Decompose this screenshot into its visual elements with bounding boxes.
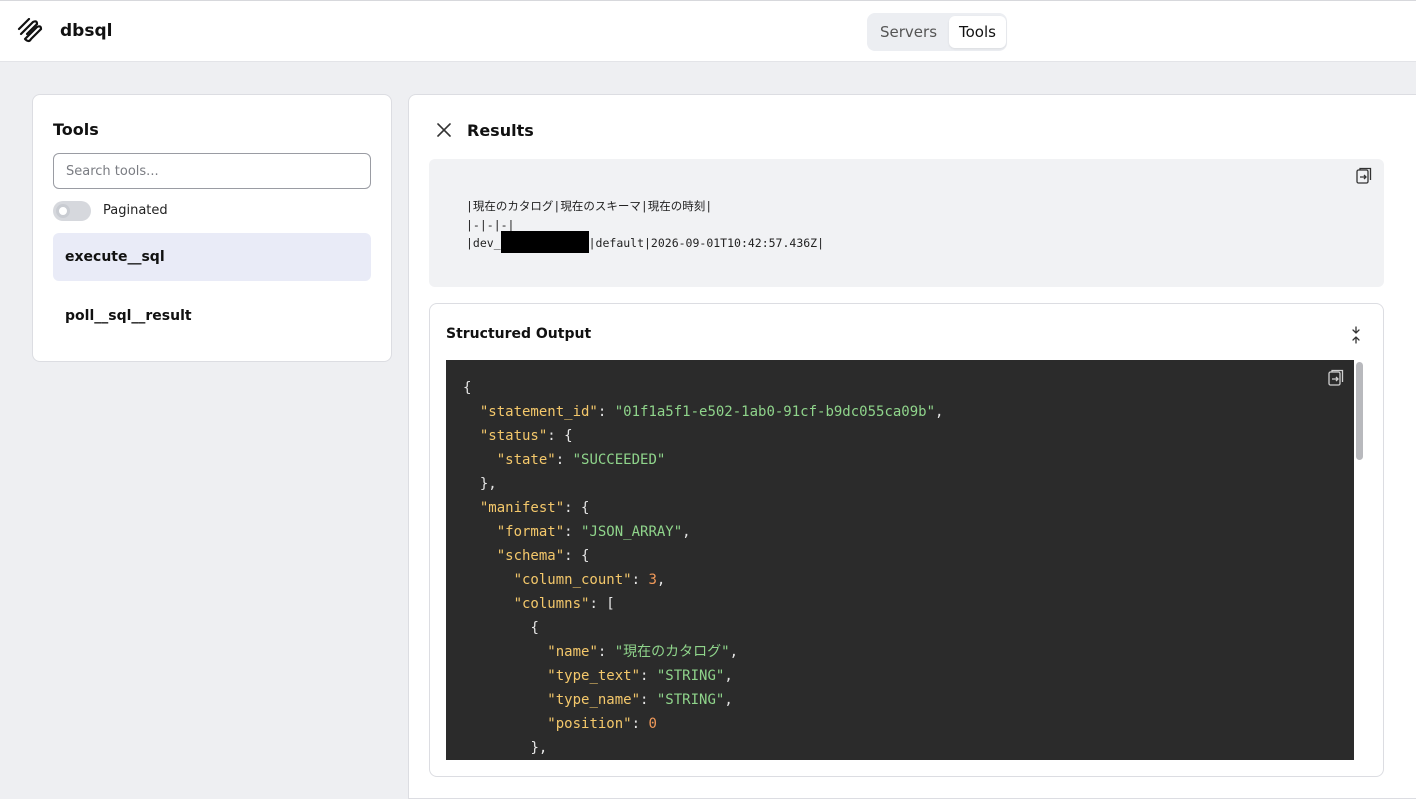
tool-item-label: execute__sql	[65, 249, 165, 265]
text-line-3-suffix: |default|2026-09-01T10:42:57.436Z|	[588, 236, 825, 250]
json-key: "schema"	[496, 548, 565, 564]
json-code: { "statement_id": "01f1a5f1-e502-1ab0-91…	[463, 380, 944, 756]
json-string: "SUCCEEDED"	[572, 452, 666, 468]
json-string: "現在のカタログ"	[614, 644, 730, 660]
json-string: "STRING"	[656, 668, 725, 684]
tab-tools[interactable]: Tools	[949, 16, 1006, 48]
json-key: "column_count"	[513, 572, 632, 588]
structured-output-panel: Structured Output { "statement_id": "01f…	[429, 303, 1384, 777]
json-number: 3	[648, 572, 657, 588]
text-line-3-prefix: |dev_	[466, 236, 501, 250]
json-string: "JSON_ARRAY"	[581, 524, 683, 540]
json-number: 0	[648, 716, 657, 732]
json-key: "statement_id"	[479, 404, 598, 420]
text-output-block: |現在のカタログ|現在のスキーマ|現在の時刻| |-|-|-| |dev_ |de…	[429, 159, 1384, 287]
code-scrollbar[interactable]	[1356, 362, 1363, 460]
top-bar: dbsql Servers Tools	[0, 0, 1416, 62]
text-line-2: |-|-|-|	[466, 217, 515, 232]
close-icon[interactable]	[433, 119, 455, 141]
json-code-block: { "statement_id": "01f1a5f1-e502-1ab0-91…	[446, 360, 1354, 760]
redaction-box	[500, 230, 589, 253]
structured-output-title: Structured Output	[446, 326, 592, 342]
json-key: "position"	[547, 716, 632, 732]
text-line-1: |現在のカタログ|現在のスキーマ|現在の時刻|	[466, 199, 713, 213]
results-title: Results	[467, 121, 534, 140]
collapse-icon[interactable]	[1349, 326, 1363, 344]
tools-title: Tools	[53, 120, 99, 139]
paginated-toggle[interactable]	[53, 201, 91, 221]
json-key: "status"	[479, 428, 548, 444]
copy-icon[interactable]	[1356, 167, 1372, 185]
search-tools-input[interactable]	[53, 153, 371, 189]
json-key: "columns"	[513, 596, 590, 612]
json-string: "01f1a5f1-e502-1ab0-91cf-b9dc055ca09b"	[614, 404, 936, 420]
tool-item-label: poll__sql__result	[65, 308, 192, 324]
json-key: "format"	[496, 524, 565, 540]
app-name: dbsql	[60, 21, 113, 41]
json-key: "state"	[496, 452, 556, 468]
json-string: "STRING"	[656, 692, 725, 708]
layers-icon[interactable]	[16, 18, 44, 46]
tool-item-execute-sql[interactable]: execute__sql	[53, 233, 371, 281]
toggle-knob	[56, 204, 70, 218]
nav-tabs: Servers Tools	[867, 13, 1007, 51]
json-key: "type_text"	[547, 668, 641, 684]
tab-servers[interactable]: Servers	[870, 16, 947, 48]
copy-icon[interactable]	[1328, 369, 1344, 387]
json-key: "manifest"	[479, 500, 565, 516]
paginated-label: Paginated	[103, 203, 168, 218]
tool-item-poll-sql-result[interactable]: poll__sql__result	[53, 292, 371, 340]
json-key: "name"	[547, 644, 598, 660]
results-panel: Results |現在のカタログ|現在のスキーマ|現在の時刻| |-|-|-| …	[408, 94, 1416, 799]
tools-panel: Tools Paginated execute__sql poll__sql__…	[32, 94, 392, 362]
text-output: |現在のカタログ|現在のスキーマ|現在の時刻| |-|-|-| |dev_ |de…	[466, 197, 824, 253]
json-key: "type_name"	[547, 692, 641, 708]
